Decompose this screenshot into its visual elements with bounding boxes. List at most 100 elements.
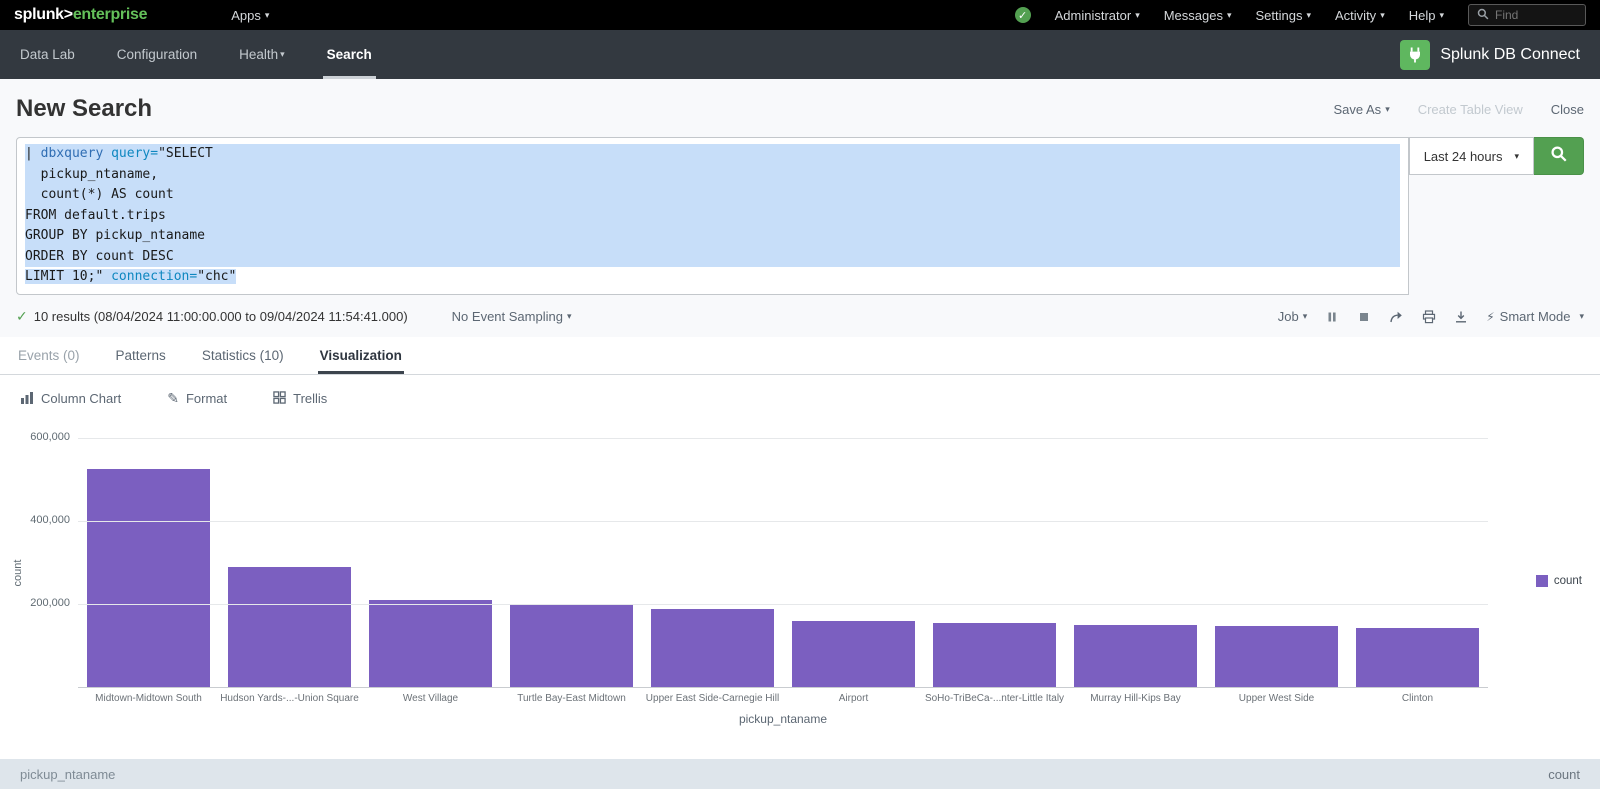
caret-down-icon: ▾: [1579, 311, 1584, 322]
bar-slot: [219, 431, 360, 687]
bar-murray-hill-kips-bay[interactable]: [1074, 625, 1197, 687]
tab-visualization[interactable]: Visualization: [318, 337, 404, 374]
column-header-pickup-ntaname[interactable]: pickup_ntaname: [20, 767, 115, 782]
search-section: New Search Save As▾ Create Table View Cl…: [0, 79, 1600, 337]
bar-midtown-midtown-south[interactable]: [87, 469, 210, 687]
gridline: [78, 604, 1488, 605]
query-line[interactable]: count(*) AS count: [25, 185, 1400, 206]
query-line[interactable]: LIMIT 10;" connection="chc": [25, 267, 1400, 288]
logo-brand: splunk>: [14, 6, 73, 23]
x-category-label: Murray Hill-Kips Bay: [1065, 693, 1206, 704]
tab-events-0[interactable]: Events (0): [16, 337, 82, 374]
caret-down-icon: ▾: [1135, 10, 1140, 21]
bar-upper-west-side[interactable]: [1215, 626, 1338, 687]
x-category-label: West Village: [360, 693, 501, 704]
splunk-logo[interactable]: splunk>enterprise: [14, 6, 147, 24]
tab-statistics-10[interactable]: Statistics (10): [200, 337, 286, 374]
caret-down-icon: ▾: [280, 49, 285, 60]
export-button[interactable]: [1454, 310, 1468, 324]
query-line[interactable]: | dbxquery query="SELECT: [25, 144, 1400, 165]
logo-product: enterprise: [73, 6, 147, 23]
nav-item-data-lab[interactable]: Data Lab: [20, 30, 75, 79]
legend-swatch: [1536, 575, 1548, 587]
time-range-picker[interactable]: Last 24 hours▾: [1409, 137, 1534, 175]
activity-menu[interactable]: Activity▾: [1335, 8, 1385, 23]
bar-slot: [783, 431, 924, 687]
bar-west-village[interactable]: [369, 600, 492, 687]
pencil-icon: ✎: [167, 390, 179, 407]
caret-down-icon: ▾: [567, 311, 572, 322]
health-status-icon[interactable]: ✓: [1015, 7, 1031, 23]
db-connect-plug-icon[interactable]: [1400, 40, 1430, 70]
y-tick-label: 600,000: [0, 431, 70, 443]
caret-down-icon: ▾: [1380, 10, 1385, 21]
create-table-view-button: Create Table View: [1418, 102, 1523, 117]
tab-patterns[interactable]: Patterns: [114, 337, 168, 374]
tabs: Events (0) Patterns Statistics (10) Visuali…: [0, 337, 1600, 375]
close-button[interactable]: Close: [1551, 102, 1584, 117]
legend-label: count: [1554, 575, 1582, 587]
messages-menu[interactable]: Messages▾: [1164, 8, 1232, 23]
bar-slot: [78, 431, 219, 687]
search-bar-row: | dbxquery query="SELECT pickup_ntaname,…: [0, 133, 1600, 295]
app-nav-bar: Data Lab Configuration Health▾ Search Splun…: [0, 30, 1600, 79]
chart-legend[interactable]: count: [1536, 575, 1582, 587]
visualization-toolbar: Column Chart ✎ Format Trellis: [0, 375, 1600, 417]
splunk-window: splunk>enterprise Apps▾ ✓ Administrator▾…: [0, 0, 1600, 789]
event-sampling-dropdown[interactable]: No Event Sampling▾: [452, 309, 572, 324]
query-line[interactable]: FROM default.trips: [25, 206, 1400, 227]
x-category-label: SoHo-TriBeCa-...nter-Little Italy: [924, 693, 1065, 704]
job-menu[interactable]: Job▾: [1278, 309, 1308, 324]
nav-item-health[interactable]: Health▾: [239, 30, 285, 79]
run-search-button[interactable]: [1534, 137, 1584, 175]
caret-down-icon: ▾: [1439, 10, 1444, 21]
x-category-labels: Midtown-Midtown SouthHudson Yards-...-Un…: [78, 693, 1488, 704]
nav-item-configuration[interactable]: Configuration: [117, 30, 197, 79]
trellis-grid-icon: [273, 391, 286, 407]
topbar-right: ✓ Administrator▾ Messages▾ Settings▾ Act…: [1015, 4, 1586, 26]
bar-slot: [924, 431, 1065, 687]
search-mode-dropdown[interactable]: ⚡Smart Mode▾: [1486, 309, 1584, 324]
apps-menu[interactable]: Apps▾: [231, 8, 269, 23]
bar-clinton[interactable]: [1356, 628, 1479, 687]
query-line[interactable]: GROUP BY pickup_ntaname: [25, 226, 1400, 247]
y-tick-label: 400,000: [0, 514, 70, 526]
app-nav-items: Data Lab Configuration Health▾ Search: [20, 30, 414, 79]
job-controls: Job▾ ⚡Smart Mode▾: [1278, 309, 1584, 324]
nav-item-search[interactable]: Search: [327, 30, 372, 79]
bar-slot: [1065, 431, 1206, 687]
column-header-count[interactable]: count: [1548, 767, 1580, 782]
caret-down-icon: ▾: [1303, 311, 1308, 322]
help-menu[interactable]: Help▾: [1409, 8, 1444, 23]
format-button[interactable]: ✎ Format: [167, 390, 227, 407]
x-category-label: Upper West Side: [1206, 693, 1347, 704]
bar-turtle-bay-east-midtown[interactable]: [510, 604, 633, 687]
find-search-box[interactable]: [1468, 4, 1586, 26]
caret-down-icon: ▾: [1306, 10, 1311, 21]
bar-slot: [642, 431, 783, 687]
app-title: Splunk DB Connect: [1440, 46, 1580, 64]
bar-upper-east-side-carnegie-hill[interactable]: [651, 609, 774, 687]
save-as-button[interactable]: Save As▾: [1333, 102, 1389, 117]
bar-soho-tribeca-nter-little-italy[interactable]: [933, 623, 1056, 687]
query-line[interactable]: pickup_ntaname,: [25, 165, 1400, 186]
bar-slot: [1206, 431, 1347, 687]
search-query[interactable]: | dbxquery query="SELECT pickup_ntaname,…: [16, 137, 1409, 295]
administrator-menu[interactable]: Administrator▾: [1055, 8, 1140, 23]
results-check-icon: ✓: [16, 308, 28, 325]
stop-job-button[interactable]: [1357, 310, 1371, 324]
chart-type-picker[interactable]: Column Chart: [20, 391, 121, 407]
find-input[interactable]: [1495, 8, 1579, 22]
print-button[interactable]: [1422, 310, 1436, 324]
settings-menu[interactable]: Settings▾: [1256, 8, 1312, 23]
trellis-button[interactable]: Trellis: [273, 391, 327, 407]
page-header: New Search Save As▾ Create Table View Cl…: [0, 79, 1600, 133]
statistics-table-header: pickup_ntaname count: [0, 759, 1600, 789]
pause-job-button[interactable]: [1325, 310, 1339, 324]
bar-hudson-yards-union-square[interactable]: [228, 567, 351, 687]
x-category-label: Airport: [783, 693, 924, 704]
bar-airport[interactable]: [792, 621, 915, 687]
query-line[interactable]: ORDER BY count DESC: [25, 247, 1400, 268]
share-job-button[interactable]: [1389, 310, 1404, 324]
bar-slot: [501, 431, 642, 687]
